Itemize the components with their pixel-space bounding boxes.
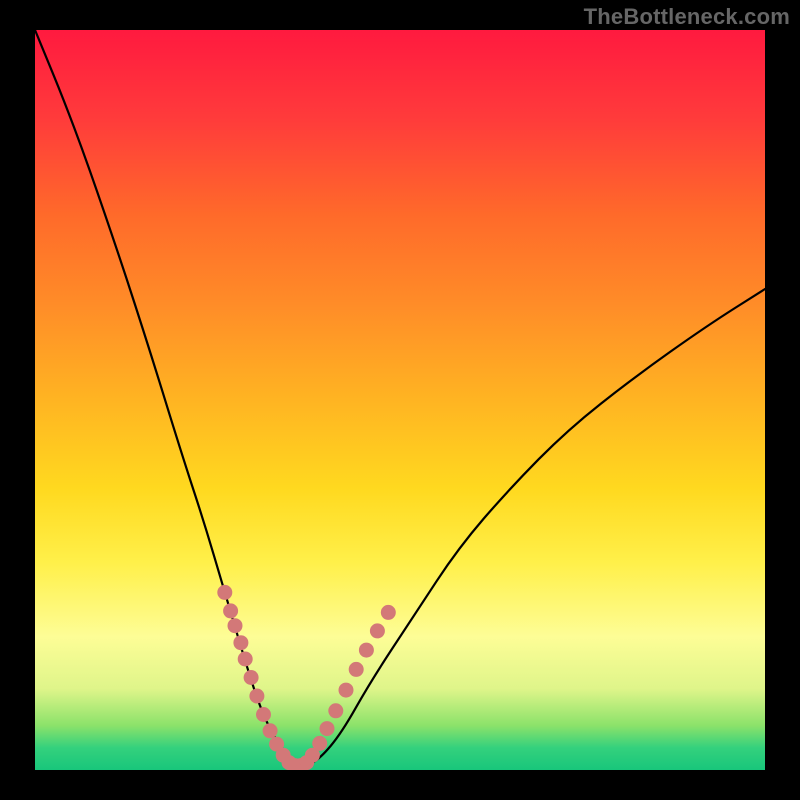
- highlight-dot: [359, 643, 373, 657]
- highlight-dot: [263, 724, 277, 738]
- highlight-dot: [381, 605, 395, 619]
- highlight-dot: [228, 619, 242, 633]
- plot-area: [35, 30, 765, 770]
- highlight-dot: [349, 662, 363, 676]
- highlight-dot: [250, 689, 264, 703]
- highlight-dot: [370, 624, 384, 638]
- highlight-dot: [224, 604, 238, 618]
- highlight-dot: [320, 722, 334, 736]
- chart-frame: TheBottleneck.com: [0, 0, 800, 800]
- highlight-dot: [218, 585, 232, 599]
- bottleneck-curve: [35, 30, 765, 764]
- highlight-dot: [339, 683, 353, 697]
- highlight-dot: [244, 671, 258, 685]
- highlight-dot: [329, 704, 343, 718]
- highlight-dot: [257, 708, 271, 722]
- highlight-dot: [313, 736, 327, 750]
- watermark-text: TheBottleneck.com: [584, 4, 790, 30]
- highlight-dot: [234, 636, 248, 650]
- highlight-dot: [238, 652, 252, 666]
- chart-svg: [35, 30, 765, 770]
- highlight-dots: [218, 585, 395, 770]
